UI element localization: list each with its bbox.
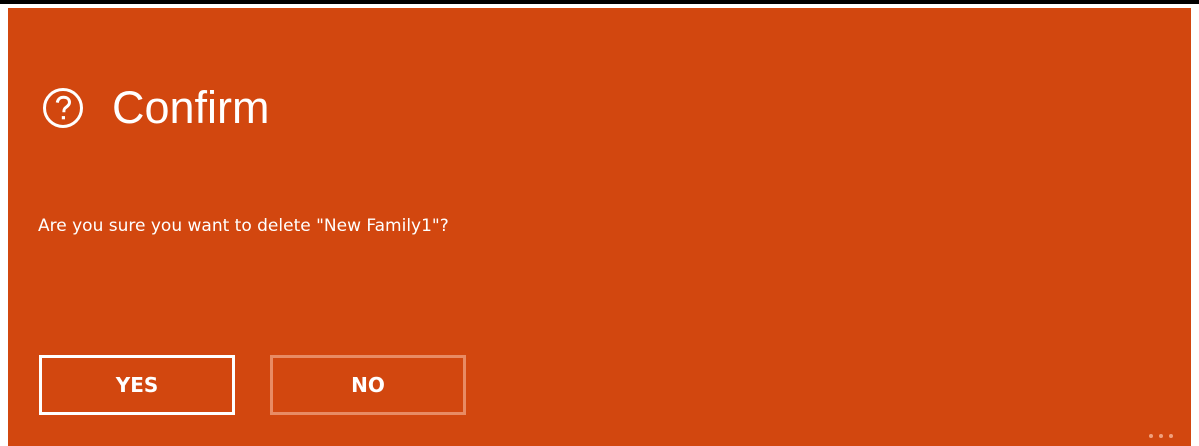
help-circle-icon [42,87,84,129]
top-border-line [0,0,1199,4]
yes-button[interactable]: YES [39,355,235,415]
more-dot [1159,434,1163,438]
more-dot [1149,434,1153,438]
no-button[interactable]: NO [270,355,466,415]
more-ellipsis-icon[interactable] [1149,432,1173,440]
more-dot [1169,434,1173,438]
confirm-message: Are you sure you want to delete "New Fam… [38,216,449,236]
left-gutter [0,4,8,446]
confirm-dialog: Confirm Are you sure you want to delete … [8,8,1191,446]
app-frame: Confirm Are you sure you want to delete … [0,0,1199,446]
dialog-title-row: Confirm [42,80,270,136]
dialog-title: Confirm [112,82,270,133]
